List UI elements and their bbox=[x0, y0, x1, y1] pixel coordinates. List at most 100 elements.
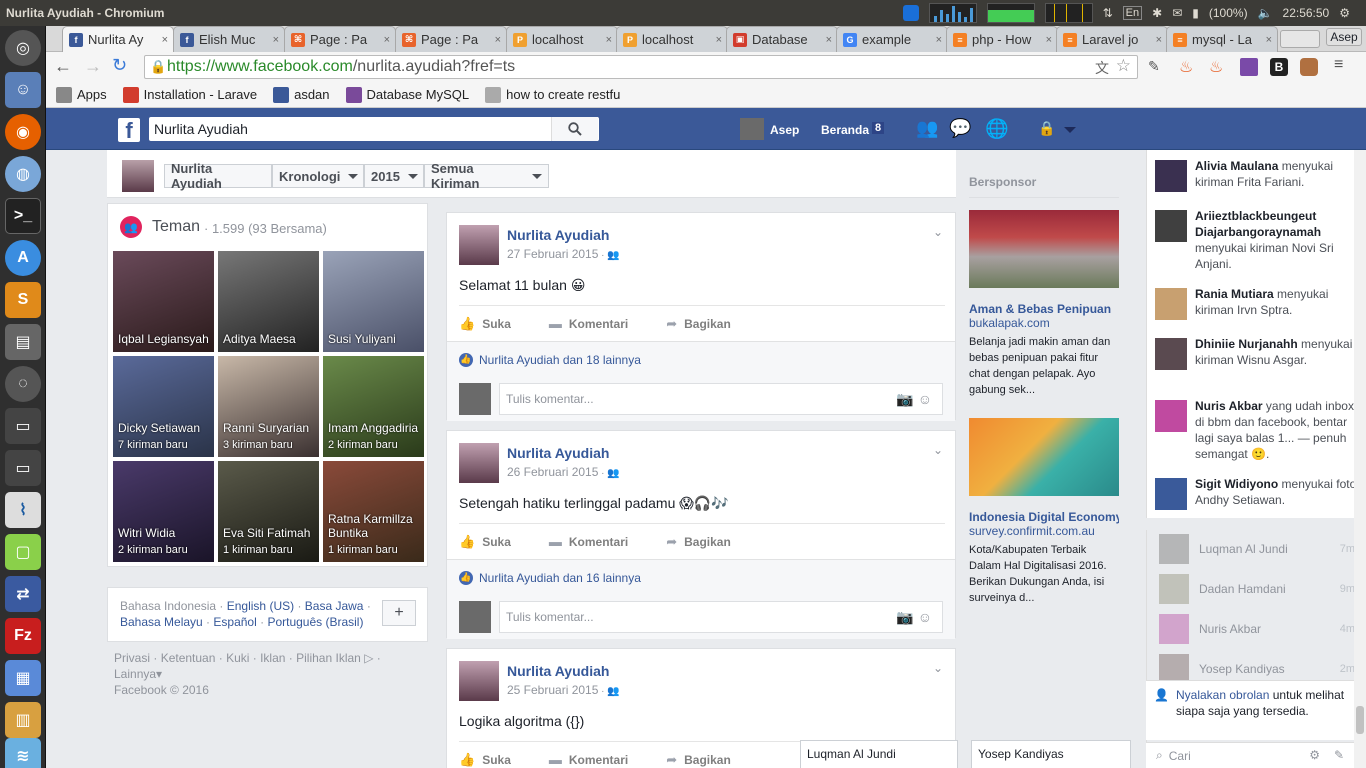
extension-b-icon[interactable]: B bbox=[1270, 58, 1288, 76]
close-icon[interactable]: × bbox=[936, 34, 942, 46]
footer-link[interactable]: Privasi bbox=[114, 651, 150, 665]
friend-requests-icon[interactable]: 👥 bbox=[916, 118, 938, 139]
extension-flame-icon-2[interactable]: ♨ bbox=[1209, 57, 1223, 77]
close-icon[interactable]: × bbox=[162, 34, 168, 46]
browser-tab[interactable]: ⌘ Page : Pa × bbox=[395, 26, 507, 52]
extension-icon[interactable]: ✎ bbox=[1148, 58, 1160, 75]
battery-icon[interactable]: ▮ bbox=[1192, 6, 1199, 20]
header-home-link[interactable]: Beranda bbox=[821, 123, 869, 137]
friend-tile[interactable]: Witri Widia 2 kiriman baru bbox=[113, 461, 214, 562]
chat-contact[interactable]: Luqman Al Jundi 7m bbox=[1159, 532, 1355, 566]
timeline-filter-button[interactable]: Semua Kiriman bbox=[424, 161, 549, 191]
mail-icon[interactable]: ✉ bbox=[1172, 6, 1182, 20]
ad-choices-icon[interactable]: ▷ bbox=[364, 651, 373, 665]
browser-tab[interactable]: f Nurlita Ay × bbox=[62, 26, 174, 52]
footer-link[interactable]: Ketentuan bbox=[161, 651, 216, 665]
friend-tile[interactable]: Dicky Setiawan 7 kiriman baru bbox=[113, 356, 214, 457]
comment-button[interactable]: ▬ Komentari bbox=[549, 316, 628, 331]
archive-icon[interactable]: ▥ bbox=[5, 702, 41, 738]
friend-tile[interactable]: Ranni Suryarian 3 kiriman baru bbox=[218, 356, 319, 457]
compose-icon[interactable]: ✎ bbox=[1334, 748, 1344, 762]
header-profile-link[interactable]: Asep bbox=[770, 123, 799, 137]
close-icon[interactable]: × bbox=[273, 34, 279, 46]
docked-chat-tab[interactable]: Luqman Al Jundi bbox=[800, 740, 958, 768]
search-button[interactable] bbox=[551, 117, 598, 141]
bookmark-item[interactable]: asdan bbox=[273, 86, 330, 103]
browser-tab[interactable]: ▣ Database × bbox=[726, 26, 838, 52]
browser-tab[interactable]: ≡ Laravel jo × bbox=[1056, 26, 1168, 52]
close-icon[interactable]: × bbox=[495, 34, 501, 46]
bookmark-item[interactable]: Database MySQL bbox=[345, 86, 469, 103]
facebook-search-input[interactable]: Nurlita Ayudiah bbox=[149, 117, 599, 141]
add-language-button[interactable]: + bbox=[382, 600, 416, 626]
camera-icon[interactable]: 📷 bbox=[896, 391, 917, 407]
chevron-down-icon[interactable]: ⌄ bbox=[933, 661, 943, 675]
ad-image[interactable] bbox=[969, 210, 1119, 288]
docked-chat-tab[interactable]: Yosep Kandiyas bbox=[971, 740, 1131, 768]
menu-icon[interactable]: ≡ bbox=[1334, 56, 1343, 74]
browser-tab[interactable]: f Elish Muc × bbox=[173, 26, 285, 52]
avatar[interactable] bbox=[459, 443, 499, 483]
messages-icon[interactable]: 💬 bbox=[949, 118, 971, 139]
emoji-icon[interactable]: ☺ bbox=[918, 609, 932, 625]
chevron-down-icon[interactable]: ⌄ bbox=[933, 225, 943, 239]
translate-icon[interactable]: 文 bbox=[1095, 58, 1109, 78]
language-link[interactable]: Español bbox=[213, 615, 256, 629]
back-arrow-icon[interactable]: ← bbox=[54, 56, 72, 77]
post-date[interactable]: 25 Februari 2015 · 👥 bbox=[507, 683, 620, 697]
close-icon[interactable]: × bbox=[826, 34, 832, 46]
avatar[interactable] bbox=[459, 661, 499, 701]
dash-icon[interactable]: ◎ bbox=[5, 30, 41, 66]
language-link[interactable]: Bahasa Melayu bbox=[120, 615, 203, 629]
notes-icon[interactable]: ▢ bbox=[5, 534, 41, 570]
enable-chat-link[interactable]: Nyalakan obrolan bbox=[1176, 688, 1269, 702]
share-button[interactable]: ➦ Bagikan bbox=[666, 534, 731, 550]
ticker-item[interactable]: Rania Mutiara menyukai kiriman Irvn Sptr… bbox=[1155, 286, 1359, 330]
close-icon[interactable]: × bbox=[1156, 34, 1162, 46]
footer-more-link[interactable]: Lainnya bbox=[114, 667, 156, 681]
facebook-logo-icon[interactable]: f bbox=[118, 118, 140, 142]
footer-link[interactable]: Kuki bbox=[226, 651, 249, 665]
friend-tile[interactable]: Iqbal Legiansyah bbox=[113, 251, 214, 352]
language-link[interactable]: Basa Jawa bbox=[305, 599, 364, 613]
footer-link[interactable]: Iklan bbox=[260, 651, 285, 665]
new-tab-button[interactable] bbox=[1280, 30, 1320, 48]
post-likes[interactable]: 👍 Nurlita Ayudiah dan 18 lainnya bbox=[447, 341, 955, 377]
browser-tab[interactable]: ≡ mysql - La × bbox=[1166, 26, 1278, 52]
gear-icon[interactable]: ⚙ bbox=[1309, 748, 1320, 762]
chat-search-input[interactable]: ⌕ Cari ⚙ ✎ bbox=[1146, 742, 1366, 768]
drive-icon[interactable]: ▤ bbox=[5, 324, 41, 360]
browser-tab[interactable]: ≡ php - How × bbox=[946, 26, 1058, 52]
post-date[interactable]: 27 Februari 2015 · 👥 bbox=[507, 247, 620, 261]
sublime-text-icon[interactable]: S bbox=[5, 282, 41, 318]
close-icon[interactable]: × bbox=[1266, 34, 1272, 46]
comment-input[interactable]: Tulis komentar... 📷 ☺ bbox=[499, 601, 943, 633]
friend-tile[interactable]: Susi Yuliyani bbox=[323, 251, 424, 352]
camera-icon[interactable]: 📷 bbox=[896, 609, 917, 625]
close-icon[interactable]: × bbox=[1046, 34, 1052, 46]
virtualbox-icon[interactable]: ▦ bbox=[5, 660, 41, 696]
account-menu-caret-icon[interactable] bbox=[1064, 127, 1076, 133]
post-author[interactable]: Nurlita Ayudiah bbox=[507, 227, 609, 243]
terminal-icon[interactable]: >_ bbox=[5, 198, 41, 234]
extension-grid-icon[interactable] bbox=[1240, 58, 1258, 76]
ticker-item[interactable]: Nuris Akbar yang udah inbox di bbm dan f… bbox=[1155, 398, 1359, 461]
close-icon[interactable]: × bbox=[606, 34, 612, 46]
chromium-icon[interactable]: ◍ bbox=[5, 156, 41, 192]
comment-input[interactable]: Tulis komentar... 📷 ☺ bbox=[499, 383, 943, 415]
mysql-workbench-icon[interactable]: ⌇ bbox=[5, 492, 41, 528]
footer-link[interactable]: Pilihan Iklan bbox=[296, 651, 361, 665]
friend-tile[interactable]: Ratna Karmillza Buntika 1 kiriman baru bbox=[323, 461, 424, 562]
power-icon[interactable]: ⚙ bbox=[1339, 6, 1350, 20]
ad-title[interactable]: Aman & Bebas Penipuan bbox=[969, 302, 1119, 316]
friend-tile[interactable]: Imam Anggadiria 2 kiriman baru bbox=[323, 356, 424, 457]
share-button[interactable]: ➦ Bagikan bbox=[666, 316, 731, 332]
ticker-item[interactable]: Dhiniie Nurjanahh menyukai kiriman Wisnu… bbox=[1155, 336, 1359, 380]
address-bar[interactable]: 🔒 https://www.facebook.com/nurlita.ayudi… bbox=[144, 55, 1138, 79]
friend-tile[interactable]: Eva Siti Fatimah 1 kiriman baru bbox=[218, 461, 319, 562]
software-center-icon[interactable]: A bbox=[5, 240, 41, 276]
scrollbar-thumb[interactable] bbox=[1356, 706, 1364, 734]
post-date[interactable]: 26 Februari 2015 · 👥 bbox=[507, 465, 620, 479]
avatar[interactable] bbox=[740, 118, 764, 140]
close-icon[interactable]: × bbox=[384, 34, 390, 46]
